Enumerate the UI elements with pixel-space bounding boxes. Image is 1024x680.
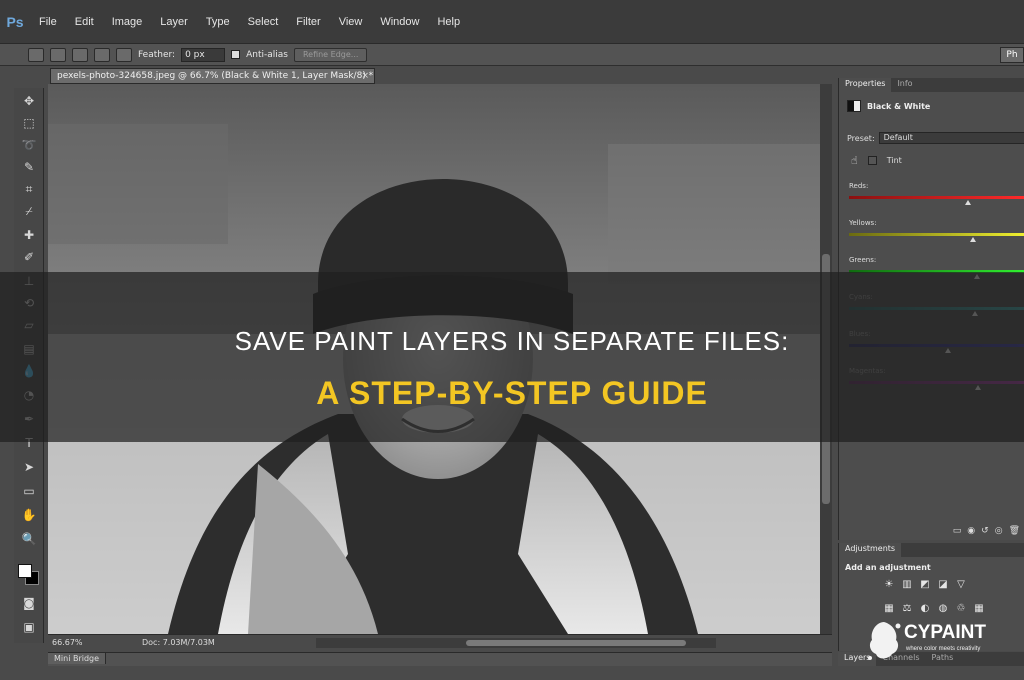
tab-properties[interactable]: Properties	[839, 78, 892, 92]
mini-bridge-bar: Mini Bridge	[48, 652, 832, 666]
antialias-label: Anti-alias	[246, 49, 288, 60]
screen-mode-icon[interactable]: ▣	[20, 618, 38, 636]
feather-label: Feather:	[138, 49, 176, 60]
trash-icon[interactable]: 🗑	[1009, 526, 1020, 536]
properties-footer-icons: ▭ ◉ ↺ ◎ 🗑	[953, 526, 1020, 536]
tint-row: ☝ Tint	[851, 154, 902, 167]
targeted-adjustment-hand-icon[interactable]: ☝	[851, 154, 858, 167]
marquee-tool-icon[interactable]: ⬚	[20, 114, 38, 132]
exposure-icon[interactable]: ◪	[937, 579, 949, 591]
view-previous-icon[interactable]: ◉	[967, 526, 975, 536]
tint-checkbox[interactable]	[867, 156, 877, 165]
photo-filter-icon[interactable]: ◍	[937, 603, 949, 615]
mini-bridge-tab[interactable]: Mini Bridge	[48, 653, 107, 664]
hand-tool-icon[interactable]: ✋	[20, 506, 38, 524]
antialias-checkbox[interactable]	[231, 50, 241, 59]
black-white-icon	[847, 100, 861, 112]
new-selection-button[interactable]	[50, 47, 66, 62]
slider-knob[interactable]	[970, 237, 977, 242]
cypaint-watermark: CYPAINT where color meets creativity	[866, 618, 1016, 662]
document-size-info[interactable]: Doc: 7.03M/7.03M	[142, 638, 262, 647]
menu-window[interactable]: Window	[371, 16, 428, 28]
refine-edge-button[interactable]: Refine Edge...	[293, 47, 368, 62]
subtract-selection-button[interactable]	[94, 47, 110, 62]
color-slider-track[interactable]	[849, 196, 1024, 199]
lasso-preset-button[interactable]	[28, 47, 44, 62]
menu-edit[interactable]: Edit	[66, 16, 103, 28]
photoshop-window: Ps File Edit Image Layer Type Select Fil…	[0, 0, 1024, 680]
color-lookup-icon[interactable]: ▦	[973, 603, 985, 615]
add-selection-button[interactable]	[72, 47, 88, 62]
article-title-line-1: Save Paint Layers in Separate Files:	[234, 326, 790, 356]
preset-select[interactable]: Default	[878, 132, 1024, 144]
color-slider-track[interactable]	[849, 233, 1024, 236]
menu-bar: Ps File Edit Image Layer Type Select Fil…	[0, 0, 1024, 44]
eyedropper-tool-icon[interactable]: ⌿	[20, 202, 38, 220]
reset-icon[interactable]: ↺	[981, 526, 989, 536]
brush-tool-icon[interactable]: ✐	[20, 248, 38, 266]
menu-layer[interactable]: Layer	[151, 16, 197, 28]
menu-image[interactable]: Image	[103, 16, 152, 28]
hue-saturation-icon[interactable]: ▦	[883, 603, 895, 615]
black-white-adjust-icon[interactable]: ◐	[919, 603, 931, 615]
article-title-line-2: A Step-by-Step Guide	[316, 375, 708, 411]
options-bar: Feather: 0 px Anti-alias Refine Edge... …	[0, 44, 1024, 66]
move-tool-icon[interactable]: ✥	[20, 92, 38, 110]
preset-row: Preset: Default	[847, 132, 1024, 144]
intersect-selection-button[interactable]	[116, 47, 132, 62]
zoom-level[interactable]: 66.67%	[48, 638, 88, 647]
preset-label: Preset:	[847, 133, 875, 143]
properties-panel-tabs: Properties Info	[839, 78, 1024, 92]
lasso-tool-icon[interactable]: ➰	[20, 136, 38, 154]
menu-view[interactable]: View	[330, 16, 372, 28]
slider-label: Reds:	[849, 182, 869, 190]
channel-mixer-icon[interactable]: ♲	[955, 603, 967, 615]
adjustment-icons-row-2: ▦ ⚖ ◐ ◍ ♲ ▦	[883, 603, 985, 615]
menu-select[interactable]: Select	[239, 16, 288, 28]
photoshop-logo: Ps	[6, 13, 24, 30]
document-tab[interactable]: pexels-photo-324658.jpeg @ 66.7% (Black …	[50, 68, 375, 84]
vibrance-icon[interactable]: ▽	[955, 579, 967, 591]
tint-label: Tint	[886, 156, 902, 165]
foreground-color-swatch[interactable]	[18, 564, 32, 578]
horizontal-scroll-thumb[interactable]	[466, 640, 686, 646]
menu-help[interactable]: Help	[428, 16, 469, 28]
title-overlay	[0, 272, 1024, 442]
brightness-icon[interactable]: ☀	[883, 579, 895, 591]
workspace-button[interactable]: Ph	[1000, 47, 1024, 63]
adjustment-header: Black & White	[847, 100, 930, 112]
color-balance-icon[interactable]: ⚖	[901, 603, 913, 615]
watermark-brand: CYPAINT	[904, 622, 986, 643]
path-select-tool-icon[interactable]: ➤	[20, 458, 38, 476]
watermark-tagline: where color meets creativity	[906, 646, 981, 652]
tab-info[interactable]: Info	[891, 78, 918, 92]
close-icon[interactable]: ×	[361, 69, 369, 83]
levels-icon[interactable]: ▥	[901, 579, 913, 591]
slider-label: Greens:	[849, 256, 877, 264]
quick-mask-icon[interactable]: ◙	[20, 594, 38, 612]
healing-tool-icon[interactable]: ✚	[20, 226, 38, 244]
crop-tool-icon[interactable]: ⌗	[20, 180, 38, 198]
menu-file[interactable]: File	[30, 16, 66, 28]
clip-icon[interactable]: ▭	[953, 526, 962, 536]
shape-tool-icon[interactable]: ▭	[20, 482, 38, 500]
add-adjustment-label: Add an adjustment	[845, 563, 931, 572]
curves-icon[interactable]: ◩	[919, 579, 931, 591]
visibility-icon[interactable]: ◎	[995, 526, 1003, 536]
feather-input[interactable]: 0 px	[181, 47, 226, 62]
quick-select-tool-icon[interactable]: ✎	[20, 158, 38, 176]
adjustment-icons-row-1: ☀ ▥ ◩ ◪ ▽	[883, 579, 967, 591]
adjustment-name: Black & White	[867, 101, 931, 111]
slider-knob[interactable]	[965, 200, 972, 205]
tab-adjustments[interactable]: Adjustments	[839, 543, 902, 557]
status-bar: 66.67% Doc: 7.03M/7.03M	[48, 634, 832, 650]
paint-splash-logo-icon	[868, 622, 901, 660]
adjustments-panel-tabs: Adjustments	[839, 543, 1024, 557]
horizontal-scrollbar[interactable]	[316, 638, 716, 648]
menu-type[interactable]: Type	[197, 16, 239, 28]
document-tab-title: pexels-photo-324658.jpeg @ 66.7% (Black …	[57, 71, 374, 81]
zoom-tool-icon[interactable]: 🔍	[20, 530, 38, 548]
menu-filter[interactable]: Filter	[287, 16, 329, 28]
slider-label: Yellows:	[849, 219, 877, 227]
